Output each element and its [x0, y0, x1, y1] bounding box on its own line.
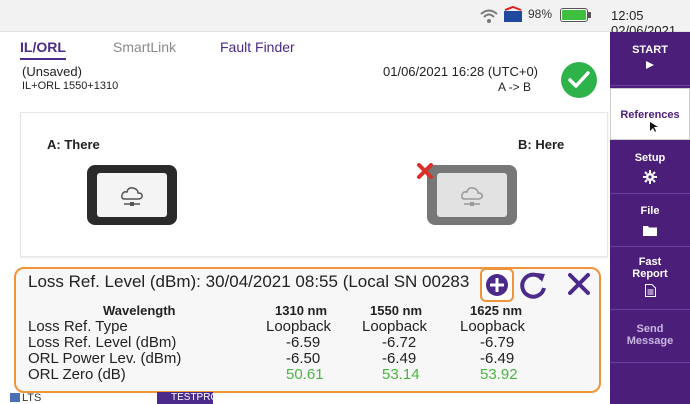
start-label: START: [632, 44, 668, 56]
send-message-label: Send Message: [626, 323, 674, 347]
battery-cap: [588, 12, 591, 18]
app-root: 98% 12:05 02/06/2021 IL/ORL SmartLink Fa…: [0, 0, 690, 404]
table-cell: -6.72: [382, 334, 417, 351]
test-name: IL+ORL 1550+1310: [22, 80, 119, 92]
testpro-label: TESTPRO: [157, 392, 218, 404]
status-bar: 98% 12:05 02/06/2021: [0, 0, 690, 38]
loss-ref-header: Loss Ref. Level (dBm): 30/04/2021 08:55 …: [28, 272, 470, 291]
setup-label: Setup: [634, 152, 666, 164]
row-label: Loss Ref. Level (dBm): [28, 334, 177, 351]
row-label: ORL Power Lev. (dBm): [28, 350, 182, 367]
file-status: (Unsaved): [22, 64, 82, 79]
wifi-icon: [480, 9, 498, 23]
tab-bar: IL/ORL SmartLink Fault Finder: [0, 33, 610, 60]
cloud-icon: [121, 187, 143, 206]
lts-icon: [10, 393, 20, 402]
tab-fault-finder[interactable]: Fault Finder: [220, 39, 295, 55]
device-b: [427, 165, 517, 225]
fast-report-label: Fast Report: [632, 256, 668, 280]
table-cell: Loopback: [460, 318, 526, 335]
site-a-label: A: There: [47, 137, 100, 152]
table-cell: Loopback: [362, 318, 428, 335]
table-cell: -6.49: [382, 350, 417, 367]
file-button[interactable]: File: [610, 195, 690, 247]
col-header-1550: 1550 nm: [370, 303, 423, 318]
plus-icon: [486, 274, 508, 296]
device-a: [87, 165, 177, 225]
x-mark-icon: [417, 163, 433, 179]
close-icon[interactable]: [567, 272, 591, 296]
dc-logo-icon: [504, 6, 522, 22]
check-icon: [561, 62, 597, 98]
row-label: ORL Zero (dB): [28, 366, 126, 383]
lts-label: LTS: [22, 392, 42, 404]
battery-percent: 98%: [528, 7, 553, 21]
table-cell: 53.92: [480, 366, 518, 383]
table-cell: -6.59: [286, 334, 321, 351]
add-reference-button[interactable]: [480, 268, 514, 302]
cursor-icon: [650, 122, 658, 132]
file-label: File: [640, 205, 660, 217]
device-b-screen: [437, 173, 507, 217]
col-header-wavelength: Wavelength: [103, 303, 176, 318]
battery-fill: [562, 10, 586, 20]
table-cell: 50.61: [286, 366, 324, 383]
test-datetime: 01/06/2021 16:28 (UTC+0): [383, 64, 539, 79]
table-cell: 53.14: [382, 366, 420, 383]
tab-il-orl[interactable]: IL/ORL: [20, 39, 66, 60]
row-label: Loss Ref. Type: [28, 318, 128, 335]
col-header-1625: 1625 nm: [470, 303, 523, 318]
link-diagram: A: There B: Here: [20, 112, 608, 257]
table-cell: Loopback: [266, 318, 332, 335]
send-message-button[interactable]: Send Message: [610, 311, 690, 363]
test-direction: A -> B: [498, 80, 532, 94]
tab-smartlink[interactable]: SmartLink: [113, 39, 176, 55]
start-button[interactable]: START: [610, 32, 690, 86]
gear-icon: [643, 170, 657, 184]
refresh-icon[interactable]: [518, 270, 548, 300]
table-cell: -6.79: [480, 334, 515, 351]
site-b-label: B: Here: [518, 137, 565, 152]
setup-button[interactable]: Setup: [610, 142, 690, 194]
col-header-1310: 1310 nm: [275, 303, 328, 318]
table-cell: -6.50: [286, 350, 321, 367]
battery-icon: [560, 8, 591, 22]
sidebar: START References Setup File Fast Report …: [610, 32, 690, 404]
cloud-icon: [461, 187, 483, 206]
references-button[interactable]: References: [610, 88, 690, 140]
device-a-screen: [97, 173, 167, 217]
references-label: References: [620, 109, 680, 121]
fast-report-button[interactable]: Fast Report: [610, 248, 690, 310]
report-icon: [644, 284, 656, 297]
play-icon: [646, 61, 654, 69]
table-cell: -6.49: [480, 350, 515, 367]
folder-icon: [643, 226, 657, 236]
